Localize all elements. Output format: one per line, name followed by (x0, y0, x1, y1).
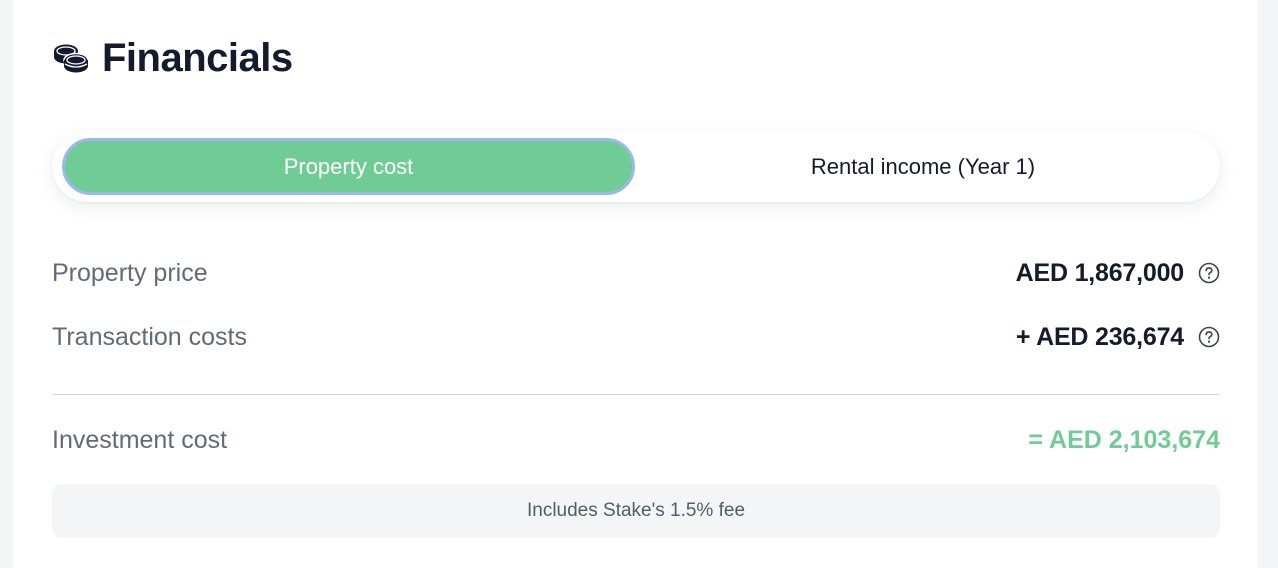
fee-note: Includes Stake's 1.5% fee (52, 484, 1220, 538)
help-icon[interactable] (1198, 326, 1220, 348)
investment-cost-row: Investment cost = AED 2,103,674 (52, 420, 1220, 460)
property-price-label: Property price (52, 258, 208, 287)
transaction-costs-value: + AED 236,674 (1015, 322, 1184, 351)
page-title: Financials (102, 35, 293, 80)
transaction-costs-value-group: + AED 236,674 (1016, 323, 1220, 352)
investment-cost-label: Investment cost (52, 425, 228, 454)
divider (52, 394, 1220, 395)
tab-rental-income[interactable]: Rental income (Year 1) (636, 138, 1210, 195)
financials-card: Financials Property cost Rental income (… (13, 0, 1257, 568)
financials-tabs: Property cost Rental income (Year 1) (52, 131, 1220, 202)
property-price-row: Property price AED 1,867,000 (52, 253, 1220, 293)
property-price-value: AED 1,867,000 (1015, 258, 1185, 287)
tab-property-cost[interactable]: Property cost (62, 138, 635, 195)
coins-icon (52, 42, 90, 74)
help-icon[interactable] (1198, 262, 1220, 284)
investment-cost-value: = AED 2,103,674 (1028, 425, 1220, 454)
transaction-costs-row: Transaction costs + AED 236,674 (52, 317, 1220, 357)
transaction-costs-label: Transaction costs (52, 322, 247, 351)
financials-header: Financials (52, 30, 293, 86)
property-price-value-group: AED 1,867,000 (1016, 259, 1220, 288)
